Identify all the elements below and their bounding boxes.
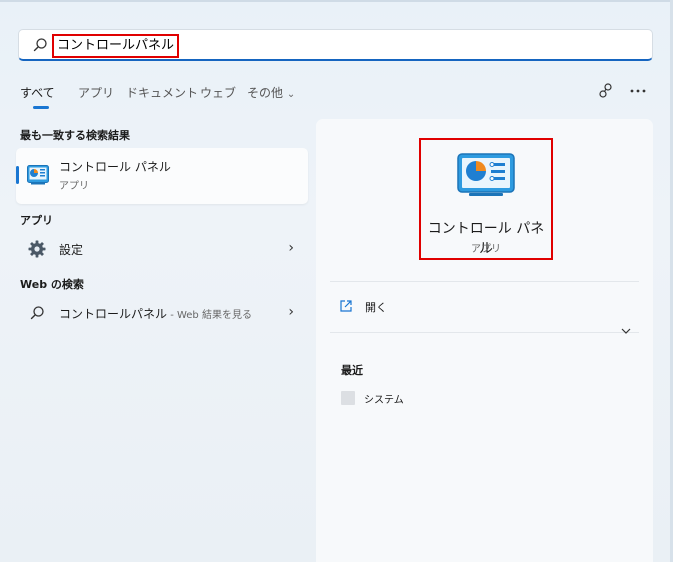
system-icon	[341, 391, 355, 405]
open-label: 開く	[365, 301, 387, 314]
app-result-label: 設定	[59, 243, 84, 257]
window-top-border	[0, 0, 673, 2]
best-match-heading: 最も一致する検索結果	[20, 129, 130, 142]
web-result-suffix: - Web 結果を見る	[167, 310, 252, 321]
web-query: コントロールパネル	[59, 307, 168, 321]
tab-more[interactable]: その他 ⌄	[247, 84, 295, 101]
tab-more-label: その他	[247, 86, 284, 100]
detail-panel: コントロール パネル アプリ 開く 最近 システム	[316, 119, 653, 562]
recent-item-label: システム	[364, 395, 404, 406]
active-tab-indicator	[33, 106, 49, 109]
chevron-down-icon[interactable]	[619, 324, 633, 338]
best-match-title: コントロール パネル	[59, 160, 171, 174]
control-panel-icon	[457, 153, 515, 196]
best-match-result[interactable]: コントロール パネル アプリ	[16, 148, 308, 204]
tab-web[interactable]: ウェブ	[200, 84, 236, 101]
web-result-label: コントロールパネル - Web 結果を見る	[59, 305, 252, 322]
search-box[interactable]: コントロールパネル	[18, 29, 653, 61]
detail-header: コントロール パネル アプリ	[419, 138, 553, 260]
tab-documents[interactable]: ドキュメント	[126, 84, 198, 101]
search-icon	[30, 306, 44, 320]
open-external-icon	[340, 300, 352, 312]
web-search-heading: Web の検索	[20, 278, 84, 291]
control-panel-icon	[27, 165, 49, 185]
best-match-type: アプリ	[59, 181, 89, 192]
web-result[interactable]: コントロールパネル - Web 結果を見る ›	[16, 299, 308, 327]
chevron-right-icon: ›	[288, 304, 294, 320]
tab-all[interactable]: すべて	[20, 84, 55, 101]
more-icon[interactable]	[629, 82, 647, 100]
search-icon	[33, 38, 47, 52]
divider	[330, 332, 639, 333]
apps-heading: アプリ	[20, 214, 53, 227]
share-icon[interactable]	[597, 82, 615, 100]
chevron-down-icon: ⌄	[286, 89, 296, 100]
detail-type: アプリ	[471, 244, 501, 255]
divider	[330, 281, 639, 282]
chevron-right-icon: ›	[288, 240, 294, 256]
tab-apps[interactable]: アプリ	[78, 84, 114, 101]
recent-heading: 最近	[341, 364, 363, 377]
gear-icon	[28, 240, 46, 258]
app-result-settings[interactable]: 設定 ›	[16, 235, 308, 263]
search-input[interactable]: コントロールパネル	[52, 34, 180, 58]
selection-indicator	[16, 166, 19, 184]
